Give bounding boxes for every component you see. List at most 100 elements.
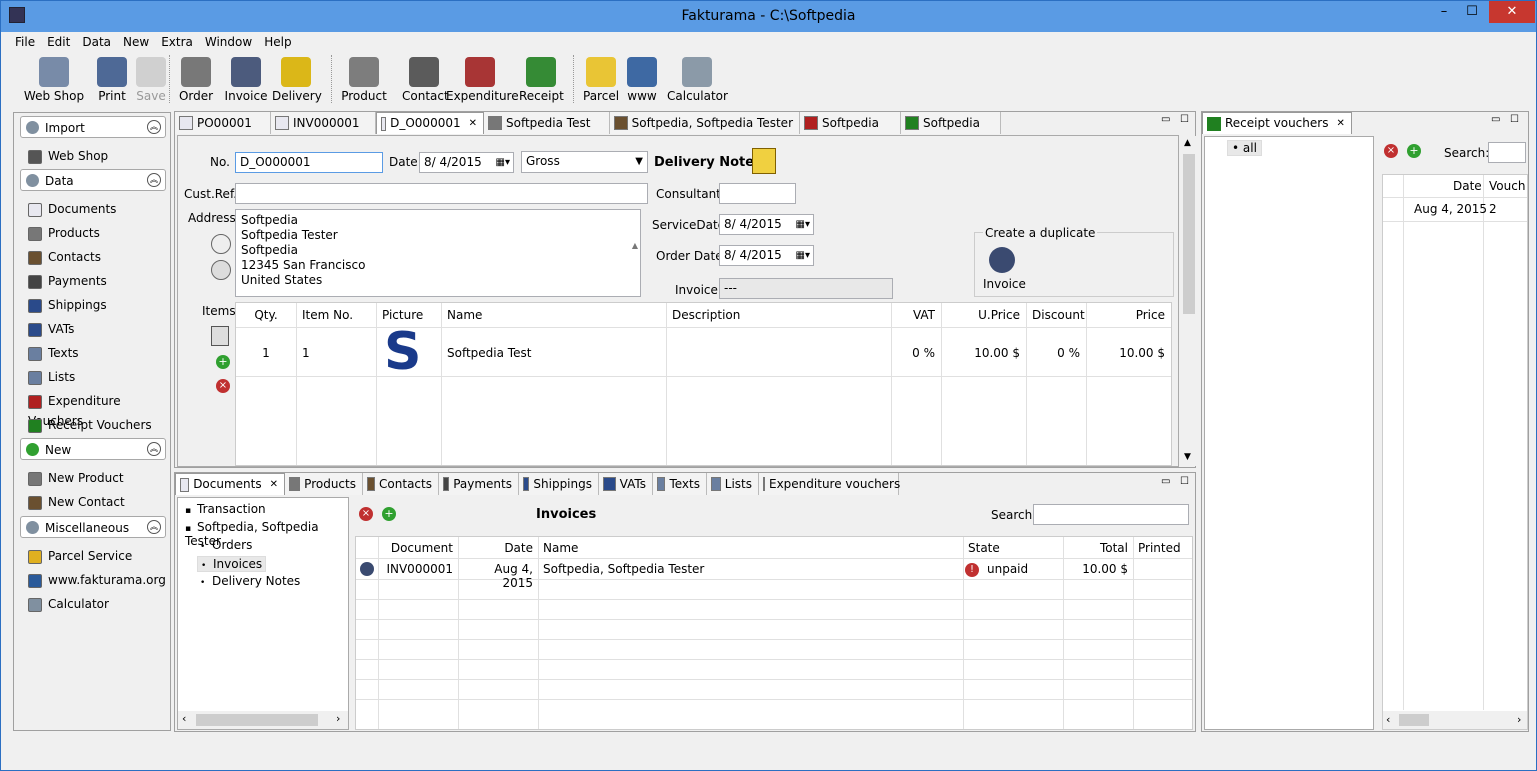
menu-file[interactable]: File: [9, 33, 41, 51]
tab-softpedia-5[interactable]: Softpedia: [800, 112, 901, 134]
address-textarea[interactable]: Softpedia Softpedia Tester Softpedia 12345 …: [235, 209, 641, 297]
close-tab-icon[interactable]: ✕: [1336, 113, 1344, 134]
add-document-icon[interactable]: +: [382, 507, 396, 521]
maximize-button[interactable]: ☐: [1459, 1, 1485, 23]
col-printed[interactable]: Printed: [1138, 541, 1187, 555]
tree-hscroll[interactable]: ‹ ›: [178, 711, 348, 729]
no-input[interactable]: D_O000001: [235, 152, 383, 173]
add-contact-icon[interactable]: [211, 260, 231, 280]
receipt-search-input[interactable]: [1488, 142, 1526, 163]
invoice-date[interactable]: Aug 4, 2015: [463, 562, 533, 590]
col-description[interactable]: Description: [672, 308, 885, 322]
tree-item-delivery-notes[interactable]: • Delivery Notes: [197, 574, 303, 588]
calendar-icon[interactable]: ▦▾: [496, 155, 510, 170]
delete-voucher-icon[interactable]: ×: [1384, 144, 1398, 158]
nav-item-contacts[interactable]: Contacts: [28, 247, 101, 267]
delete-document-icon[interactable]: ×: [359, 507, 373, 521]
nav-item-new-contact[interactable]: New Contact: [28, 492, 125, 512]
nav-section-new[interactable]: New ︽: [20, 438, 166, 460]
invoice-name[interactable]: Softpedia, Softpedia Tester: [543, 562, 958, 576]
nav-item-payments[interactable]: Payments: [28, 271, 107, 291]
invoice-document[interactable]: INV000001: [383, 562, 453, 576]
close-tab-icon[interactable]: ✕: [469, 113, 477, 134]
col-qty[interactable]: Qty.: [242, 308, 290, 322]
select-product-icon[interactable]: [211, 326, 229, 346]
tab-texts[interactable]: Texts: [653, 473, 707, 495]
nav-section-data[interactable]: Data ︽: [20, 169, 166, 191]
receipt-hscroll-thumb[interactable]: [1399, 714, 1429, 726]
menu-window[interactable]: Window: [199, 33, 258, 51]
receipt-maximize-icon[interactable]: ☐: [1510, 114, 1519, 125]
col-vouch[interactable]: Vouch: [1489, 179, 1525, 193]
docs-minimize-icon[interactable]: ▭: [1161, 476, 1170, 487]
item-uprice[interactable]: 10.00 $: [947, 346, 1020, 360]
order-date-input[interactable]: 8/ 4/2015 ▦▾: [719, 245, 814, 266]
www-button[interactable]: www: [624, 53, 660, 107]
nav-item-documents[interactable]: Documents: [28, 199, 116, 219]
tab-expenditure-vouchers[interactable]: Expenditure vouchers: [759, 473, 900, 495]
add-item-icon[interactable]: +: [216, 355, 230, 369]
tab-products[interactable]: Products: [285, 473, 363, 495]
menu-new[interactable]: New: [117, 33, 155, 51]
calendar-icon[interactable]: ▦▾: [796, 248, 810, 263]
address-scroll-icon[interactable]: ▲: [632, 212, 638, 280]
receipt-hscroll[interactable]: ‹ ›: [1383, 711, 1527, 729]
docs-maximize-icon[interactable]: ☐: [1180, 476, 1189, 487]
editor-maximize-icon[interactable]: ☐: [1180, 114, 1189, 125]
tab-shippings[interactable]: Shippings: [519, 473, 599, 495]
scroll-left-icon[interactable]: ‹: [182, 712, 186, 725]
collapse-icon[interactable]: ︽: [147, 520, 161, 534]
contact-button[interactable]: Contact: [402, 53, 449, 107]
nav-item-calculator[interactable]: Calculator: [28, 594, 109, 614]
nav-item-new-product[interactable]: New Product: [28, 468, 124, 488]
tab-softpedia-softpedia-tester-4[interactable]: Softpedia, Softpedia Tester: [610, 112, 800, 134]
nav-section-miscellaneous[interactable]: Miscellaneous ︽: [20, 516, 166, 538]
menu-help[interactable]: Help: [258, 33, 297, 51]
collapse-icon[interactable]: ︽: [147, 120, 161, 134]
nav-item-products[interactable]: Products: [28, 223, 100, 243]
receipt-row-date[interactable]: Aug 4, 2015: [1414, 202, 1487, 216]
scroll-up-icon[interactable]: ▲: [1184, 138, 1191, 148]
close-tab-icon[interactable]: ✕: [270, 474, 278, 495]
calendar-icon[interactable]: ▦▾: [796, 217, 810, 232]
web-shop-button[interactable]: Web Shop: [19, 53, 89, 107]
editor-minimize-icon[interactable]: ▭: [1161, 114, 1170, 125]
menu-extra[interactable]: Extra: [155, 33, 199, 51]
tree-item-invoices[interactable]: • Invoices: [197, 556, 267, 572]
calculator-button[interactable]: Calculator: [667, 53, 728, 107]
col-name[interactable]: Name: [543, 541, 958, 555]
consultant-input[interactable]: [719, 183, 796, 204]
gross-select[interactable]: Gross ▼: [521, 151, 648, 173]
nav-item-expenditure-vouchers[interactable]: Expenditure Vouchers: [28, 391, 170, 428]
item-name[interactable]: Softpedia Test: [447, 346, 660, 360]
invoice-total[interactable]: 10.00 $: [1068, 562, 1128, 576]
menu-edit[interactable]: Edit: [41, 33, 76, 51]
item-vat[interactable]: 0 %: [897, 346, 935, 360]
invoice-state[interactable]: ! unpaid: [965, 562, 1061, 577]
form-scroll-thumb[interactable]: [1183, 154, 1195, 314]
col-date[interactable]: Date: [463, 541, 533, 555]
delete-item-icon[interactable]: ×: [216, 379, 230, 393]
delivery-button[interactable]: Delivery: [272, 53, 322, 107]
tab-documents[interactable]: Documents ✕: [175, 473, 285, 495]
nav-item-vats[interactable]: VATs: [28, 319, 74, 339]
col-total[interactable]: Total: [1068, 541, 1128, 555]
col-discount[interactable]: Discount: [1032, 308, 1085, 322]
receipt-minimize-icon[interactable]: ▭: [1491, 114, 1500, 125]
service-date-input[interactable]: 8/ 4/2015 ▦▾: [719, 214, 814, 235]
invoices-search-input[interactable]: [1033, 504, 1189, 525]
print-button[interactable]: Print: [94, 53, 130, 107]
nav-item-shippings[interactable]: Shippings: [28, 295, 107, 315]
col-item-no[interactable]: Item No.: [302, 308, 370, 322]
receipt-row-vouch[interactable]: 2: [1489, 202, 1497, 216]
invoice-duplicate-button[interactable]: Invoice: [983, 277, 1026, 291]
tree-hscroll-thumb[interactable]: [196, 714, 318, 726]
tab-payments[interactable]: Payments: [439, 473, 519, 495]
col-name[interactable]: Name: [447, 308, 660, 322]
nav-item-www-fakturama-org[interactable]: www.fakturama.org: [28, 570, 166, 590]
item-qty[interactable]: 1: [242, 346, 290, 360]
col-vat[interactable]: VAT: [897, 308, 935, 322]
parcel-button[interactable]: Parcel: [583, 53, 619, 107]
col-u-price[interactable]: U.Price: [947, 308, 1020, 322]
col-date[interactable]: Date: [1453, 179, 1482, 193]
